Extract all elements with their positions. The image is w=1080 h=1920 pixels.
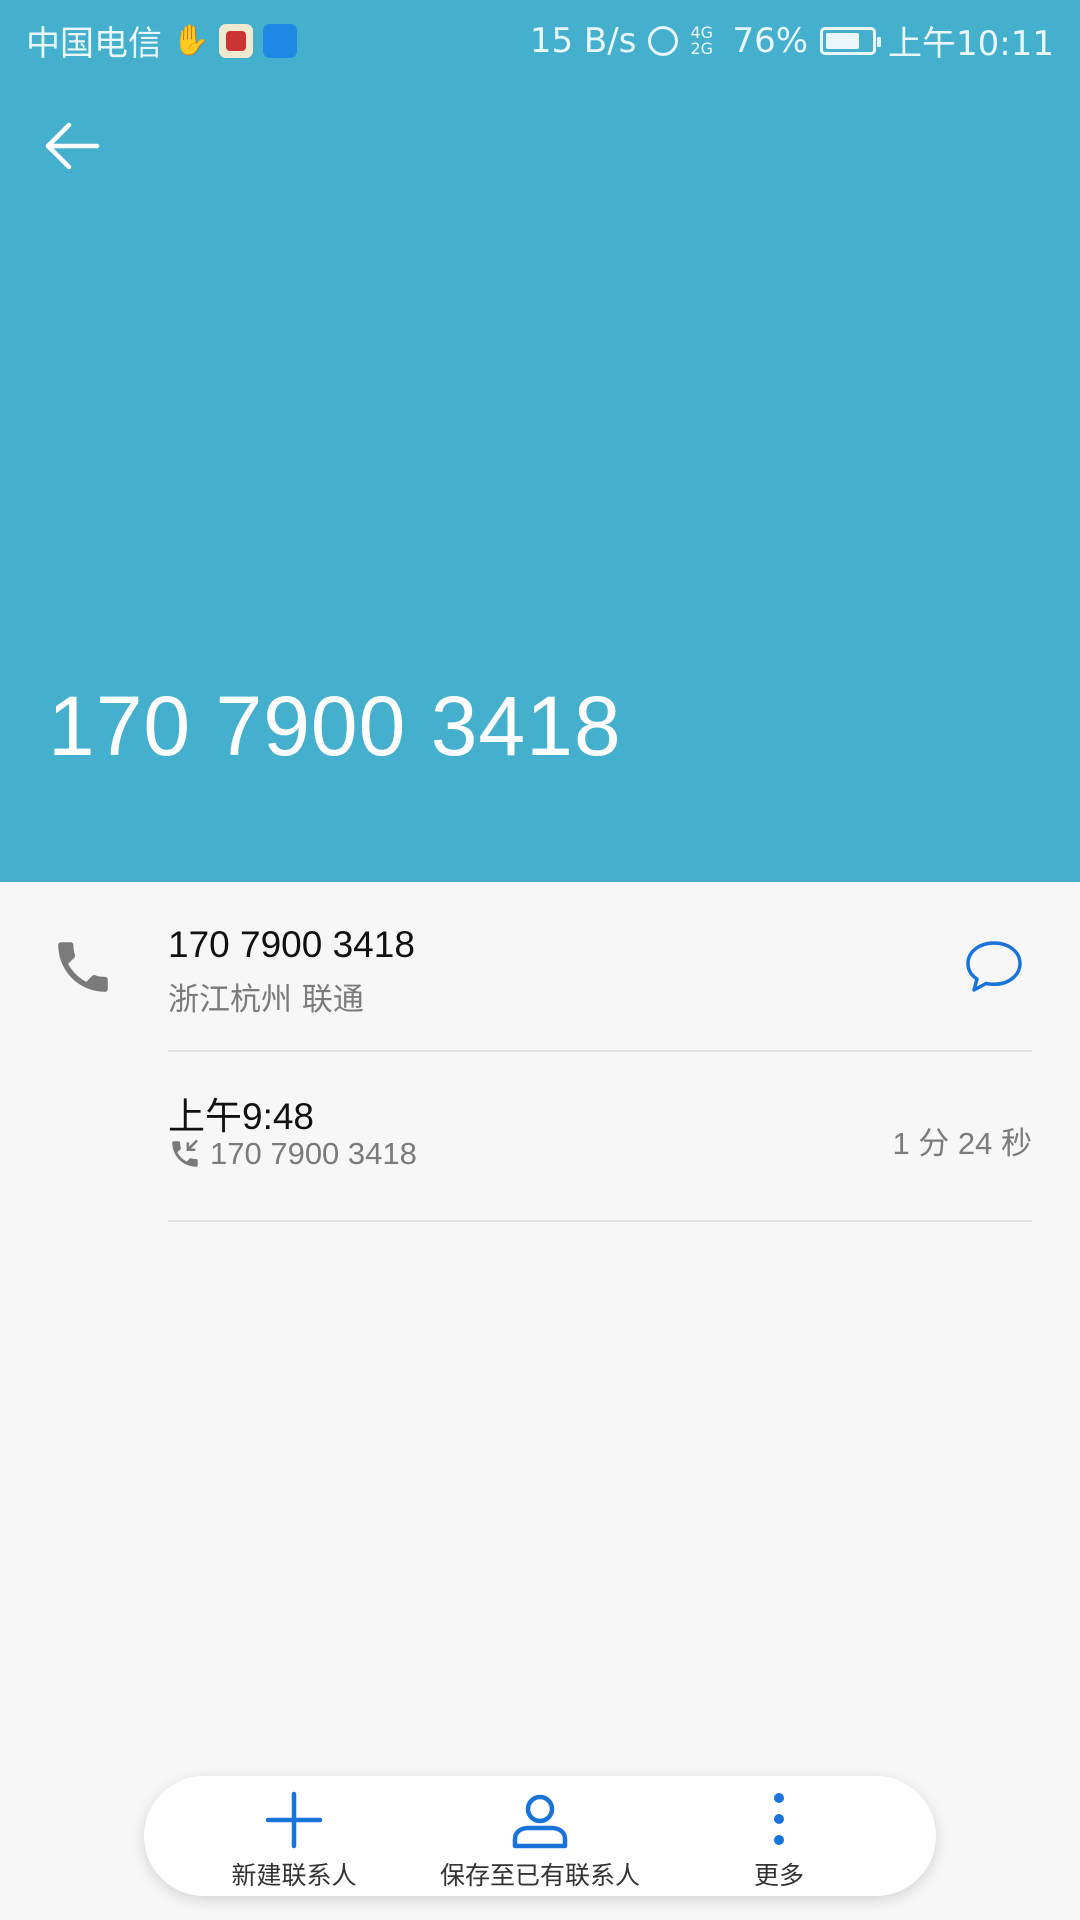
arrow-left-icon xyxy=(45,122,100,170)
back-button[interactable] xyxy=(36,110,108,182)
call-number: 170 7900 3418 xyxy=(210,1136,417,1171)
call-time: 上午9:48 xyxy=(168,1096,315,1137)
more-vert-icon xyxy=(774,1793,784,1845)
call-duration: 1 分 24 秒 xyxy=(892,1126,1032,1161)
save-existing-label: 保存至已有联系人 xyxy=(439,1861,640,1890)
save-to-existing-button[interactable]: 保存至已有联系人 xyxy=(405,1776,675,1896)
incoming-call-icon xyxy=(172,1139,198,1167)
net-speed: 15 B/s xyxy=(529,20,637,61)
app-notification-icon xyxy=(219,23,254,58)
message-icon[interactable] xyxy=(962,934,1026,998)
divider xyxy=(168,1050,1032,1052)
autohome-notification-icon xyxy=(263,23,298,58)
battery-percent: 76% xyxy=(732,20,809,61)
clock: 上午10:11 xyxy=(888,24,1054,64)
contact-number[interactable]: 170 7900 3418 xyxy=(168,924,415,966)
phone-icon[interactable] xyxy=(50,934,116,1000)
divider xyxy=(168,1220,1032,1222)
new-contact-label: 新建联系人 xyxy=(231,1861,357,1890)
status-bar: 中国电信 ✋ 15 B/s 4G 2G 76% 上午10:11 xyxy=(0,0,1080,76)
battery-fill xyxy=(826,32,860,49)
header-banner: 中国电信 ✋ 15 B/s 4G 2G 76% 上午10:11 170 7900 … xyxy=(0,0,1080,882)
alarm-icon xyxy=(648,25,679,56)
more-button[interactable]: 更多 xyxy=(699,1776,859,1896)
carrier-label: 中国电信 xyxy=(26,24,162,64)
number-location: 浙江杭州 联通 xyxy=(168,982,364,1018)
call-detail: 170 7900 3418 xyxy=(168,1136,417,1172)
new-contact-button[interactable]: 新建联系人 xyxy=(204,1776,384,1896)
bottom-action-bar: 新建联系人 保存至已有联系人 更多 xyxy=(144,1776,936,1896)
signal-icon: 4G 2G xyxy=(690,22,714,58)
hand-icon: ✋ xyxy=(172,23,210,58)
more-label: 更多 xyxy=(753,1861,804,1890)
plus-icon xyxy=(265,1791,323,1849)
header-phone-number: 170 7900 3418 xyxy=(48,679,622,773)
person-icon xyxy=(512,1794,568,1849)
battery-icon xyxy=(820,26,882,55)
